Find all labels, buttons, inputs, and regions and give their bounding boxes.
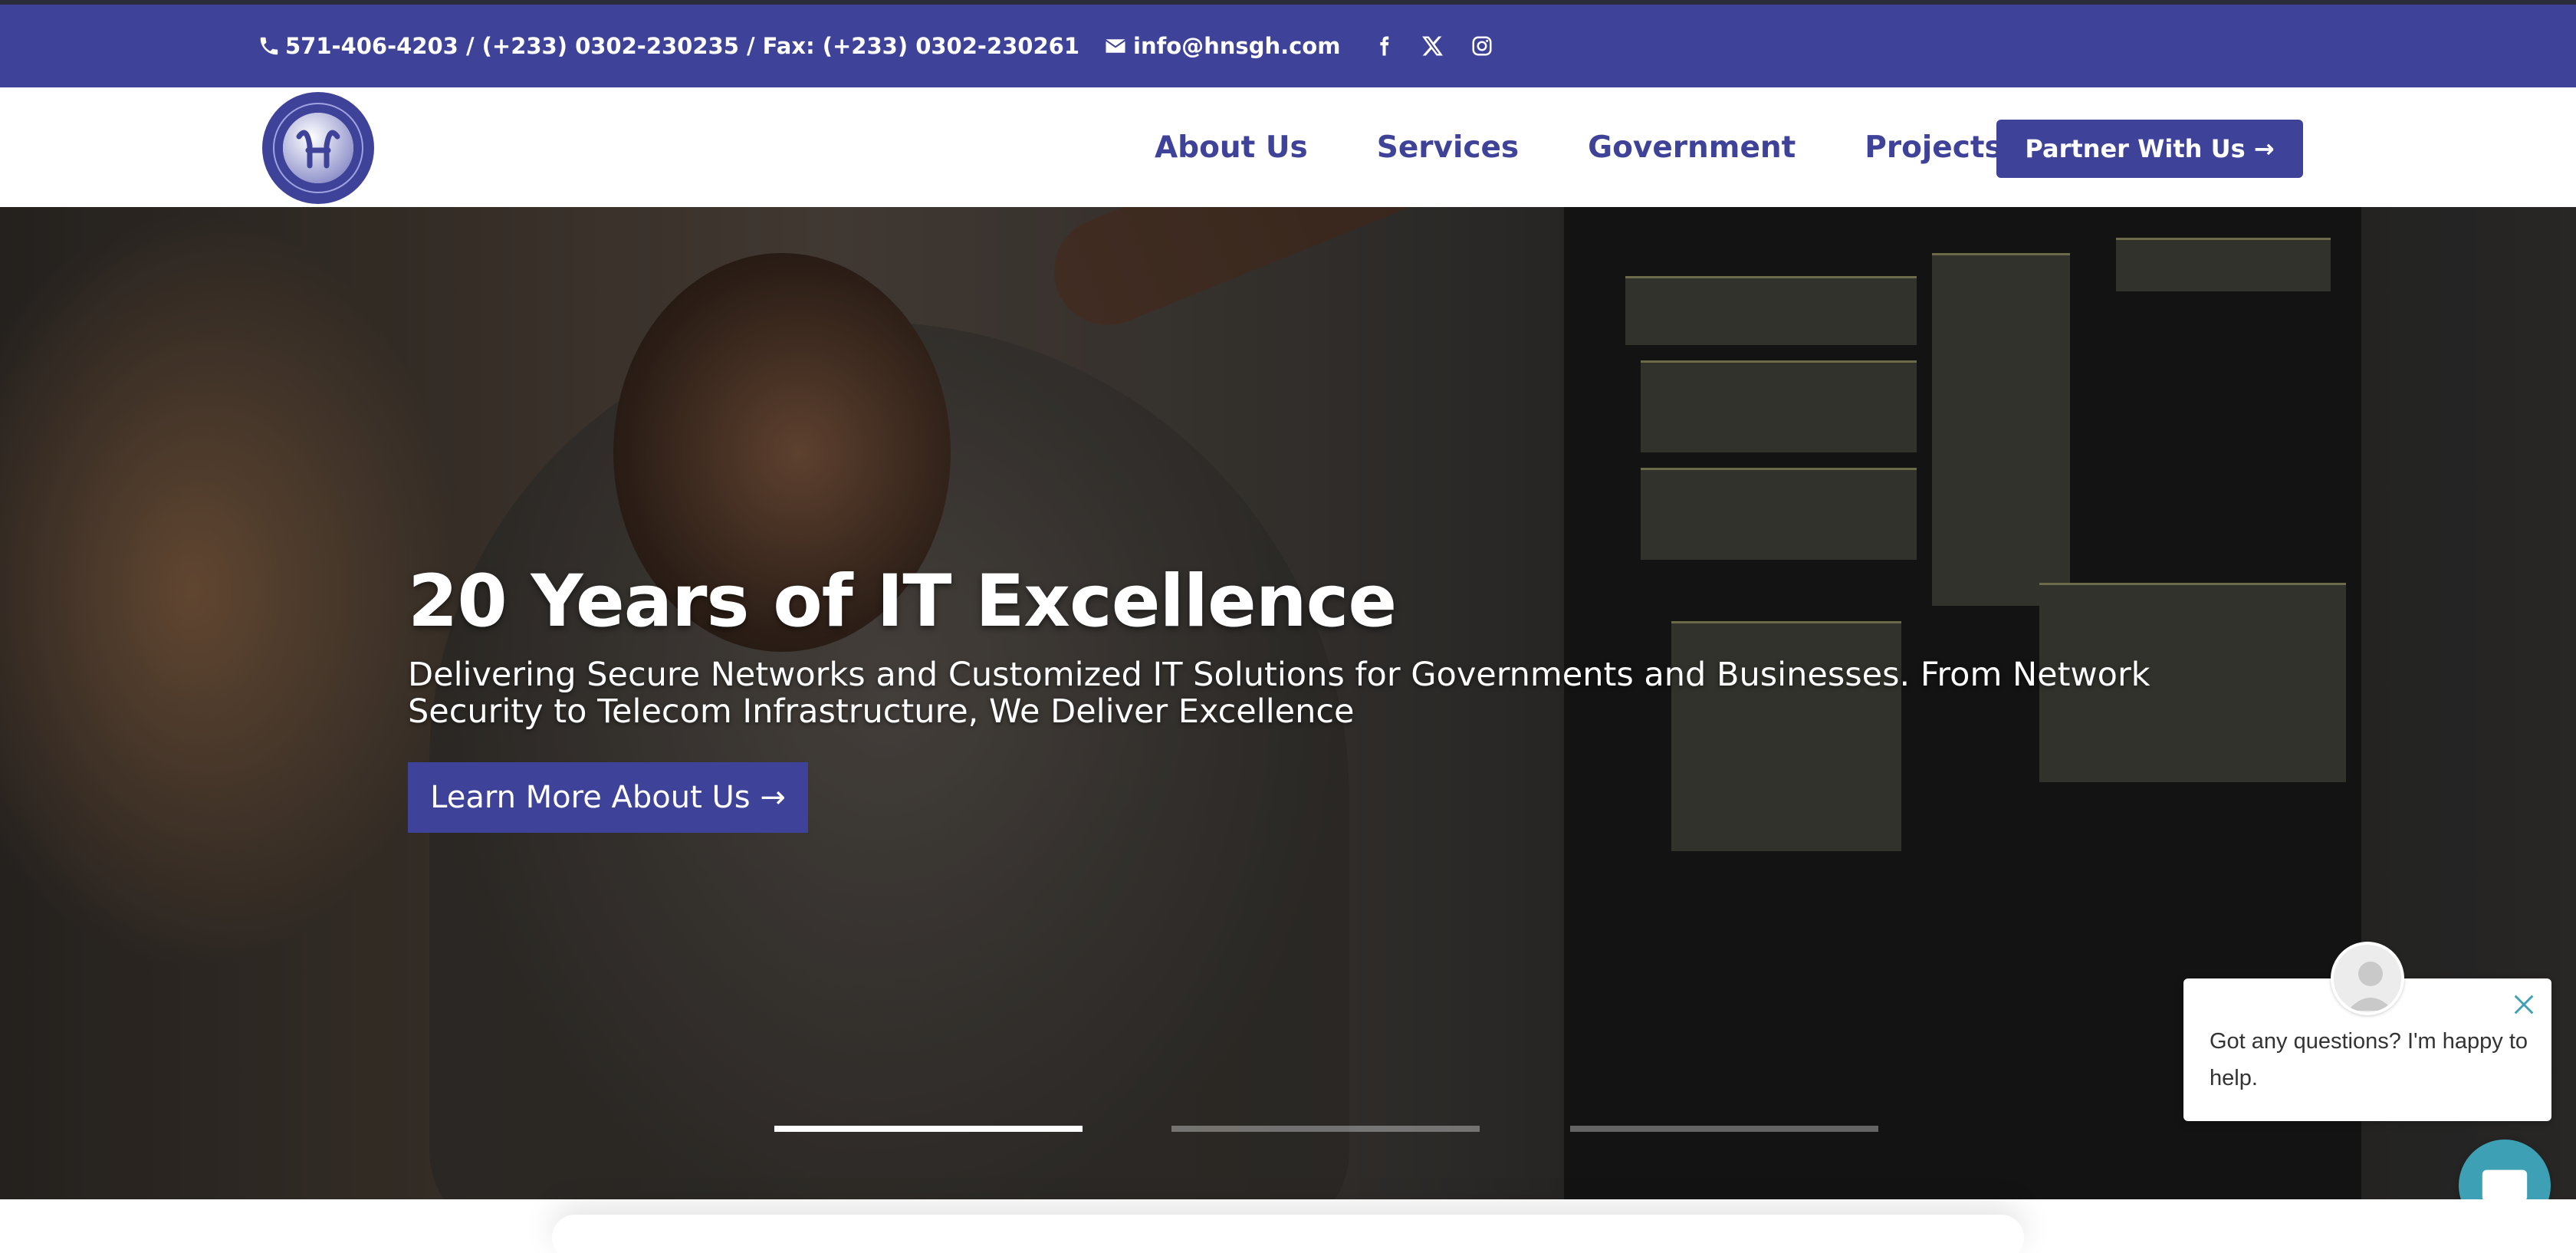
next-section [0, 1199, 2576, 1253]
social-links [1372, 35, 1493, 58]
x-icon[interactable] [1421, 35, 1444, 58]
nav-government[interactable]: Government [1588, 130, 1796, 165]
learn-more-button[interactable]: Learn More About Us → [408, 762, 808, 833]
nav-about-us[interactable]: About Us [1155, 130, 1308, 165]
contact-row: 571-406-4203 / (+233) 0302-230235 / Fax:… [258, 5, 1493, 87]
partner-with-us-button[interactable]: Partner With Us → [1996, 120, 2303, 178]
agent-avatar-icon [2331, 942, 2404, 1015]
main-nav: About Us Services Government Projects [1155, 87, 2003, 207]
hero-subtitle: Delivering Secure Networks and Customize… [408, 656, 2150, 731]
phone-numbers[interactable]: 571-406-4203 / (+233) 0302-230235 / Fax:… [285, 33, 1079, 59]
nav-services[interactable]: Services [1377, 130, 1519, 165]
nav-projects[interactable]: Projects [1865, 130, 2002, 165]
instagram-icon[interactable] [1470, 35, 1493, 58]
slide-indicator-1[interactable] [774, 1126, 1083, 1132]
hero-title: 20 Years of IT Excellence [408, 560, 1397, 643]
envelope-icon [1104, 35, 1127, 58]
facebook-icon[interactable] [1372, 35, 1395, 58]
section-card [552, 1215, 2024, 1253]
slide-indicator-2[interactable] [1171, 1126, 1480, 1132]
chat-message: Got any questions? I'm happy to help. [2210, 1029, 2528, 1090]
email-link[interactable]: info@hnsgh.com [1133, 33, 1340, 59]
contact-bar: 571-406-4203 / (+233) 0302-230235 / Fax:… [0, 5, 2576, 87]
close-icon[interactable] [2509, 989, 2539, 1020]
site-header: About Us Services Government Projects Pa… [0, 87, 2576, 207]
company-logo[interactable] [262, 92, 374, 204]
slide-indicator-3[interactable] [1570, 1126, 1878, 1132]
phone-icon [258, 35, 281, 58]
